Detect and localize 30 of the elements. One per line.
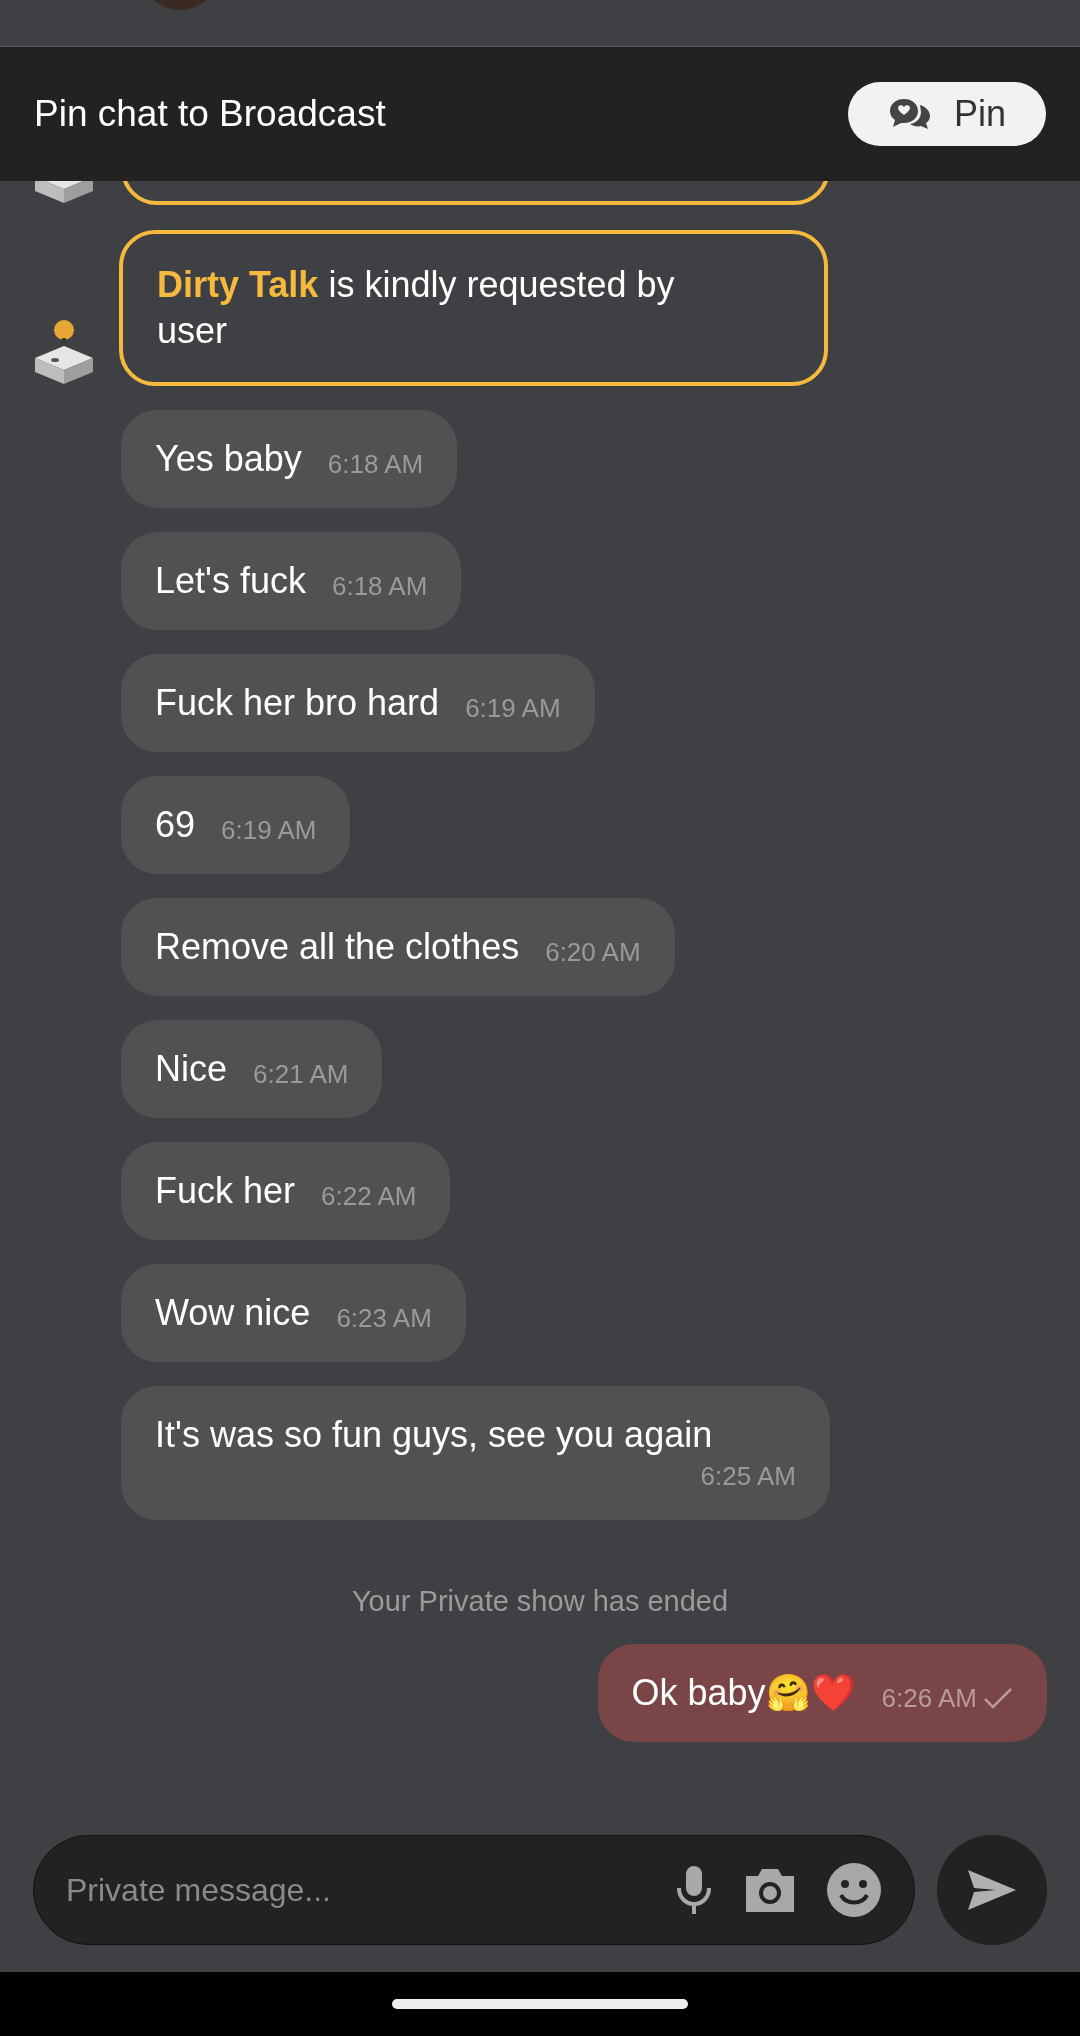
- message-time: 6:25 AM: [700, 1460, 796, 1493]
- message-text: Let's fuck: [155, 559, 306, 603]
- chat-bubbles-icon: [887, 97, 932, 131]
- system-notice: Your Private show has ended: [351, 1584, 729, 1619]
- message-text: It's was so fun guys, see you again: [155, 1413, 713, 1457]
- message-field[interactable]: Private message...: [33, 1835, 915, 1945]
- message-text: Wow nice: [155, 1291, 311, 1335]
- message-text: Fuck her bro hard: [155, 681, 440, 725]
- message-time: 6:22 AM: [321, 1180, 417, 1213]
- message-time: 6:18 AM: [327, 448, 424, 481]
- message-text: Remove all the clothes: [155, 925, 520, 969]
- pin-bar-label: Pin chat to Broadcast: [34, 92, 386, 137]
- message-text: Ok baby🤗❤: [631, 1670, 856, 1715]
- message-time: 6:21 AM: [253, 1058, 349, 1091]
- smiley-icon[interactable]: [826, 1862, 882, 1918]
- message-time: 6:26 AM: [881, 1681, 977, 1715]
- message-text: Nice: [155, 1047, 228, 1091]
- message-text: Yes baby: [155, 437, 302, 481]
- message-time: 6:18 AM: [331, 570, 428, 603]
- message-text: 69: [155, 803, 196, 847]
- message-input[interactable]: Private message...: [66, 1866, 646, 1914]
- microphone-icon[interactable]: [674, 1864, 714, 1916]
- message-time: 6:19 AM: [465, 692, 561, 725]
- pin-button[interactable]: Pin: [847, 82, 1046, 146]
- message-time: 6:19 AM: [221, 814, 317, 847]
- message-time: 6:20 AM: [545, 936, 641, 969]
- send-icon: [966, 1868, 1018, 1912]
- message-time: 6:23 AM: [336, 1302, 432, 1335]
- request-message: Dirty Talk is kindly requested by user: [119, 230, 828, 386]
- message-text: Fuck her: [155, 1169, 296, 1213]
